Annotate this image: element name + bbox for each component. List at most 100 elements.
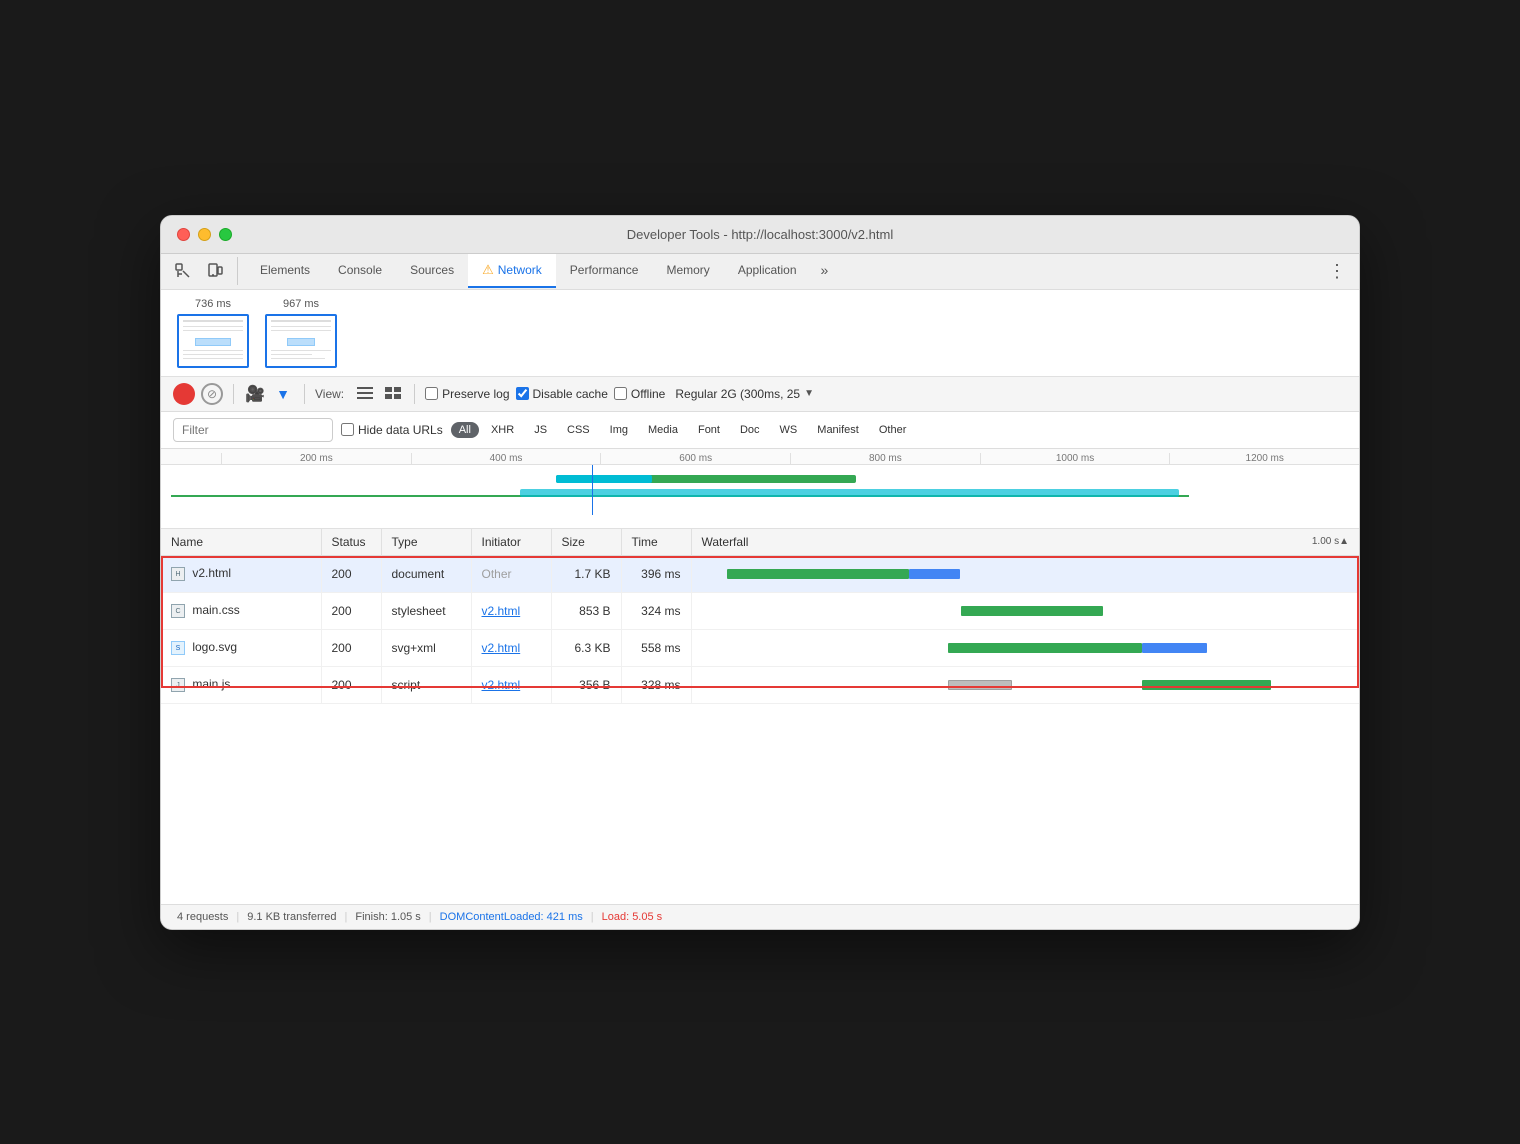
tab-more-button[interactable]: » <box>811 254 839 288</box>
table-row[interactable]: S logo.svg 200 svg+xml v2.html 6.3 KB 55… <box>161 629 1359 666</box>
cell-name[interactable]: S logo.svg <box>161 629 321 666</box>
inspect-element-button[interactable] <box>169 257 197 285</box>
cell-status: 200 <box>321 592 381 629</box>
offline-label[interactable]: Offline <box>614 387 665 401</box>
filter-tag-js[interactable]: JS <box>526 422 555 438</box>
filter-tag-all[interactable]: All <box>451 422 479 438</box>
cell-type: stylesheet <box>381 592 471 629</box>
filmstrip-time-2: 967 ms <box>283 298 319 310</box>
cell-name[interactable]: C main.css <box>161 592 321 629</box>
hide-data-urls-label[interactable]: Hide data URLs <box>341 423 443 437</box>
separator-2 <box>304 384 305 404</box>
cell-initiator[interactable]: v2.html <box>471 629 551 666</box>
group-view-button[interactable] <box>382 383 404 405</box>
cell-status: 200 <box>321 555 381 592</box>
tab-application[interactable]: Application <box>724 254 811 288</box>
cell-status: 200 <box>321 629 381 666</box>
filter-tag-other[interactable]: Other <box>871 422 915 438</box>
filter-tag-xhr[interactable]: XHR <box>483 422 522 438</box>
close-button[interactable] <box>177 228 190 241</box>
stop-button[interactable]: ⊘ <box>201 383 223 405</box>
col-header-size[interactable]: Size <box>551 529 621 556</box>
tab-sources[interactable]: Sources <box>396 254 468 288</box>
wf-bar-green-3 <box>948 643 1142 653</box>
status-finish: Finish: 1.05 s <box>355 911 420 923</box>
filter-tag-font[interactable]: Font <box>690 422 728 438</box>
cell-time: 558 ms <box>621 629 691 666</box>
tab-network[interactable]: ⚠ Network <box>468 254 556 288</box>
hide-data-urls-checkbox[interactable] <box>341 423 354 436</box>
cell-waterfall <box>691 592 1359 629</box>
timeline-bar-2 <box>556 475 652 483</box>
list-view-button[interactable] <box>354 383 376 405</box>
minimize-button[interactable] <box>198 228 211 241</box>
col-header-initiator[interactable]: Initiator <box>471 529 551 556</box>
disable-cache-label[interactable]: Disable cache <box>516 387 608 401</box>
initiator-link-2[interactable]: v2.html <box>482 604 521 618</box>
cell-name[interactable]: H v2.html <box>161 555 321 592</box>
cell-type: svg+xml <box>381 629 471 666</box>
filter-button[interactable]: ▼ <box>272 383 294 405</box>
preserve-log-checkbox[interactable] <box>425 387 438 400</box>
tab-bar: Elements Console Sources ⚠ Network Perfo… <box>161 254 1359 290</box>
filter-tags: All XHR JS CSS Img Media Font Doc WS Man… <box>451 422 915 438</box>
filmstrip-item-2[interactable]: 967 ms <box>265 298 337 368</box>
cell-type: document <box>381 555 471 592</box>
col-header-status[interactable]: Status <box>321 529 381 556</box>
ruler-tick-5: 1000 ms <box>980 453 1170 464</box>
col-header-name[interactable]: Name <box>161 529 321 556</box>
filter-tag-img[interactable]: Img <box>602 422 636 438</box>
ruler-tick-1: 200 ms <box>221 453 411 464</box>
table-row[interactable]: J main.js 200 script v2.html 356 B 328 m… <box>161 666 1359 703</box>
status-bar: 4 requests | 9.1 KB transferred | Finish… <box>161 904 1359 929</box>
throttle-dropdown[interactable]: Regular 2G (300ms, 25 ▼ <box>675 387 814 401</box>
tab-performance[interactable]: Performance <box>556 254 653 288</box>
preserve-log-label[interactable]: Preserve log <box>425 387 509 401</box>
offline-checkbox[interactable] <box>614 387 627 400</box>
wf-bar-green-1 <box>727 569 908 579</box>
throttle-arrow-icon: ▼ <box>804 388 814 399</box>
record-button[interactable] <box>173 383 195 405</box>
filmstrip-item-1[interactable]: 736 ms <box>177 298 249 368</box>
cell-size: 1.7 KB <box>551 555 621 592</box>
wf-bar-blue-1 <box>909 569 961 579</box>
cell-initiator: Other <box>471 555 551 592</box>
cell-initiator[interactable]: v2.html <box>471 666 551 703</box>
filter-tag-ws[interactable]: WS <box>772 422 806 438</box>
table-row[interactable]: C main.css 200 stylesheet v2.html 853 B … <box>161 592 1359 629</box>
col-header-time[interactable]: Time <box>621 529 691 556</box>
window-title: Developer Tools - http://localhost:3000/… <box>627 227 893 242</box>
timeline[interactable]: 200 ms 400 ms 600 ms 800 ms 1000 ms 1200… <box>161 449 1359 529</box>
col-header-type[interactable]: Type <box>381 529 471 556</box>
filter-tag-manifest[interactable]: Manifest <box>809 422 867 438</box>
cell-name[interactable]: J main.js <box>161 666 321 703</box>
tab-console[interactable]: Console <box>324 254 396 288</box>
col-header-waterfall[interactable]: Waterfall 1.00 s▲ <box>691 529 1359 556</box>
devtools-menu-button[interactable]: ⋮ <box>1323 257 1351 285</box>
initiator-other: Other <box>482 567 512 581</box>
disable-cache-checkbox[interactable] <box>516 387 529 400</box>
network-table: Name Status Type Initiator Size <box>161 529 1359 704</box>
tab-elements[interactable]: Elements <box>246 254 324 288</box>
filter-tag-media[interactable]: Media <box>640 422 686 438</box>
table-row[interactable]: H v2.html 200 document Other 1.7 KB 396 … <box>161 555 1359 592</box>
title-bar: Developer Tools - http://localhost:3000/… <box>161 216 1359 254</box>
filmstrip-frame-2[interactable] <box>265 314 337 368</box>
view-label: View: <box>315 387 344 401</box>
cell-type: script <box>381 666 471 703</box>
file-icon-svg: S <box>171 641 185 655</box>
filter-tag-doc[interactable]: Doc <box>732 422 768 438</box>
traffic-lights <box>177 228 232 241</box>
filmstrip-time-1: 736 ms <box>195 298 231 310</box>
initiator-link-4[interactable]: v2.html <box>482 678 521 692</box>
filter-bar: Hide data URLs All XHR JS CSS Img Media … <box>161 412 1359 449</box>
maximize-button[interactable] <box>219 228 232 241</box>
tab-memory[interactable]: Memory <box>652 254 723 288</box>
cell-initiator[interactable]: v2.html <box>471 592 551 629</box>
screenshot-button[interactable]: 🎥 <box>244 383 266 405</box>
device-toolbar-button[interactable] <box>201 257 229 285</box>
filter-tag-css[interactable]: CSS <box>559 422 598 438</box>
filter-input[interactable] <box>173 418 333 442</box>
filmstrip-frame-1[interactable] <box>177 314 249 368</box>
initiator-link-3[interactable]: v2.html <box>482 641 521 655</box>
